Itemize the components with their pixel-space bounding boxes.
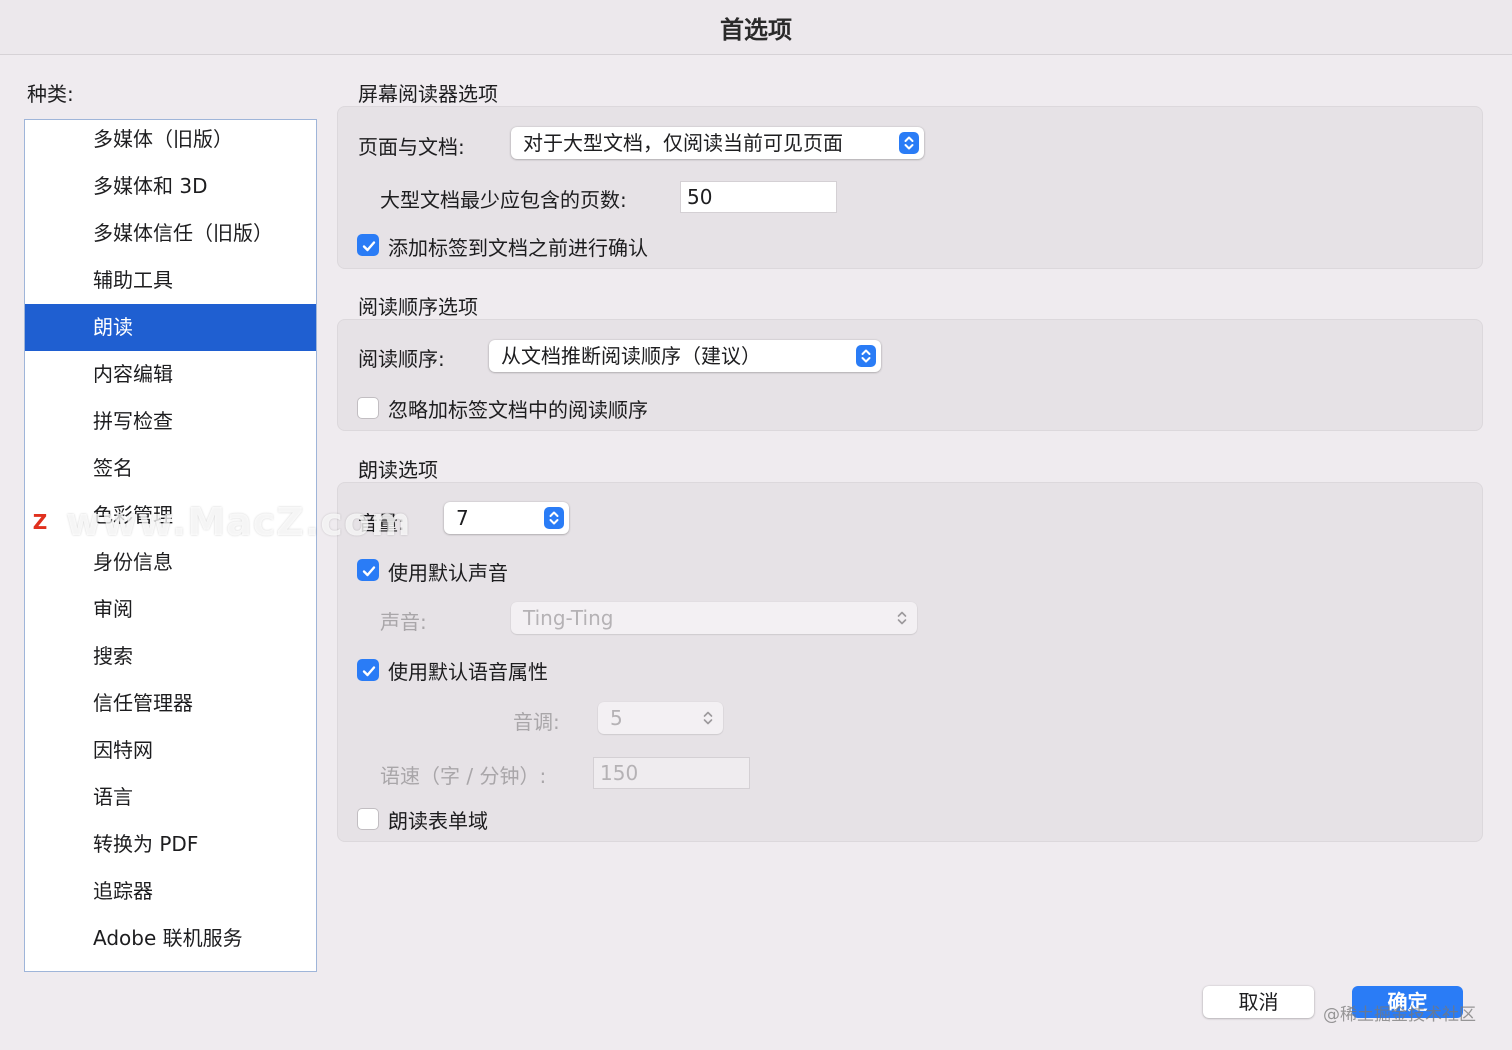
title-bar: 首选项 xyxy=(0,0,1512,55)
checkmark-icon xyxy=(362,241,376,252)
sidebar-item-multimedia-trust[interactable]: 多媒体信任（旧版） xyxy=(25,210,316,257)
voice-select[interactable]: Ting-Ting xyxy=(511,602,917,634)
default-speech-label: 使用默认语音属性 xyxy=(388,660,548,684)
sidebar-item-spelling[interactable]: 拼写检查 xyxy=(25,398,316,445)
sidebar-item-tracker[interactable]: 追踪器 xyxy=(25,868,316,915)
ignore-order-checkbox[interactable] xyxy=(357,397,379,419)
reading-order-select[interactable]: 从文档推断阅读顺序（建议） xyxy=(489,340,881,372)
screen-reader-heading: 屏幕阅读器选项 xyxy=(358,82,498,106)
volume-select[interactable]: 7 xyxy=(444,502,569,534)
sidebar-item-trust-manager[interactable]: 信任管理器 xyxy=(25,680,316,727)
default-voice-label: 使用默认声音 xyxy=(388,561,508,585)
voice-label: 声音: xyxy=(380,610,427,634)
category-list[interactable]: 多媒体（旧版） 多媒体和 3D 多媒体信任（旧版） 辅助工具 朗读 内容编辑 拼… xyxy=(24,119,317,972)
checkmark-icon xyxy=(362,566,376,577)
category-label: 种类: xyxy=(27,82,74,106)
pitch-select[interactable]: 5 xyxy=(598,702,723,734)
volume-select-value: 7 xyxy=(456,506,469,530)
macz-logo-icon: Z xyxy=(27,509,53,535)
sidebar-item-read-aloud[interactable]: 朗读 xyxy=(25,304,316,351)
sidebar-item-multimedia-3d[interactable]: 多媒体和 3D xyxy=(25,163,316,210)
chevron-updown-icon xyxy=(892,607,912,629)
confirm-tag-checkbox[interactable] xyxy=(357,234,379,256)
pages-select-value: 对于大型文档，仅阅读当前可见页面 xyxy=(523,131,843,155)
reading-order-heading: 阅读顺序选项 xyxy=(358,295,478,319)
sidebar-item-accessibility[interactable]: 辅助工具 xyxy=(25,257,316,304)
sidebar-item-adobe-online[interactable]: Adobe 联机服务 xyxy=(25,915,316,962)
sidebar-item-internet[interactable]: 因特网 xyxy=(25,727,316,774)
rate-field[interactable]: 150 xyxy=(593,757,750,789)
sidebar-item-identity[interactable]: 身份信息 xyxy=(25,539,316,586)
sidebar-item-language[interactable]: 语言 xyxy=(25,774,316,821)
form-fields-label: 朗读表单域 xyxy=(388,809,488,833)
chevron-updown-icon xyxy=(698,707,718,729)
pitch-label: 音调: xyxy=(513,710,560,734)
chevron-updown-icon xyxy=(856,345,876,367)
voice-select-value: Ting-Ting xyxy=(523,606,614,630)
sidebar-item-content-editing[interactable]: 内容编辑 xyxy=(25,351,316,398)
sidebar-item-multimedia-legacy[interactable]: 多媒体（旧版） xyxy=(25,116,316,163)
checkmark-icon xyxy=(362,666,376,677)
ignore-order-label: 忽略加标签文档中的阅读顺序 xyxy=(388,398,648,422)
sidebar-item-convert-pdf[interactable]: 转换为 PDF xyxy=(25,821,316,868)
cancel-button[interactable]: 取消 xyxy=(1203,986,1314,1018)
macz-watermark: www.MacZ.com xyxy=(66,500,412,544)
pages-select[interactable]: 对于大型文档，仅阅读当前可见页面 xyxy=(511,127,924,159)
default-voice-checkbox[interactable] xyxy=(357,559,379,581)
rate-label: 语速（字 / 分钟）: xyxy=(380,764,547,788)
reading-order-label: 阅读顺序: xyxy=(358,347,445,371)
window-title: 首选项 xyxy=(720,16,792,44)
pitch-select-value: 5 xyxy=(610,706,623,730)
sidebar-item-search[interactable]: 搜索 xyxy=(25,633,316,680)
min-pages-field[interactable]: 50 xyxy=(680,181,837,213)
chevron-updown-icon xyxy=(544,507,564,529)
chevron-updown-icon xyxy=(899,132,919,154)
sidebar-item-signatures[interactable]: 签名 xyxy=(25,445,316,492)
reading-order-select-value: 从文档推断阅读顺序（建议） xyxy=(501,344,761,368)
pages-label: 页面与文档: xyxy=(358,135,465,159)
min-pages-label: 大型文档最少应包含的页数: xyxy=(380,188,627,212)
confirm-tag-label: 添加标签到文档之前进行确认 xyxy=(388,236,648,260)
juejin-watermark: @稀土掘金技术社区 xyxy=(1323,1005,1476,1025)
sidebar-item-review[interactable]: 审阅 xyxy=(25,586,316,633)
form-fields-checkbox[interactable] xyxy=(357,808,379,830)
default-speech-checkbox[interactable] xyxy=(357,659,379,681)
read-aloud-heading: 朗读选项 xyxy=(358,458,438,482)
